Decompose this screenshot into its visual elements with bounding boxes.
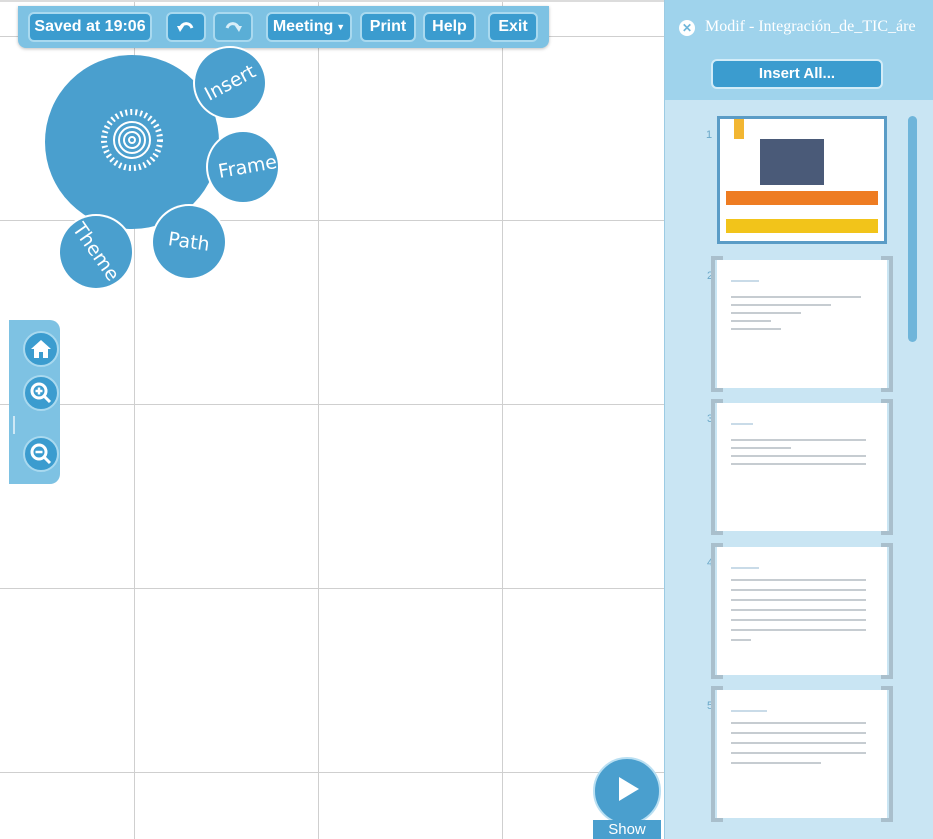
slide-text-line [731, 732, 866, 734]
slide-text-line [731, 423, 753, 425]
zoom-slider-track[interactable] [13, 416, 15, 434]
slide-text-line [731, 609, 866, 611]
slide-frame-bracket [881, 256, 893, 392]
slide-text-line [731, 463, 866, 465]
slide-text-line [731, 567, 759, 569]
slide-number: 1 [706, 129, 713, 141]
insert-all-button[interactable]: Insert All... [711, 59, 883, 89]
slide-text-line [731, 639, 751, 641]
slide-text-line [731, 447, 791, 449]
redo-icon [225, 22, 242, 32]
theme-label: Theme [68, 218, 124, 286]
slide-text-line [731, 599, 866, 601]
path-label: Path [166, 228, 212, 256]
slide-text-line [731, 762, 821, 764]
slide-text-line [731, 742, 866, 744]
frame-label: Frame [216, 151, 280, 183]
slide-text-line [731, 328, 781, 330]
insert-bubble[interactable]: Insert [195, 48, 265, 118]
show-label[interactable]: Show [593, 820, 661, 839]
slide-text-line [731, 280, 759, 282]
close-icon[interactable]: ✕ [679, 20, 695, 36]
slide-text-line [731, 579, 866, 581]
saved-status-button[interactable]: Saved at 19:06 [28, 12, 152, 42]
slide-text-line [731, 619, 866, 621]
slide-text-line [731, 455, 866, 457]
slide-text-line [731, 752, 866, 754]
chevron-down-icon: ▼ [336, 22, 346, 32]
slide-frame-bracket [881, 686, 893, 822]
home-button[interactable] [23, 331, 59, 367]
slide-thumbnail[interactable]: 2 [707, 256, 893, 392]
panel-title: Modif - Integración_de_TIC_áre [705, 18, 916, 35]
slide-1-photo [760, 139, 824, 185]
slide-text-line [731, 710, 767, 712]
slide-text-line [731, 320, 771, 322]
top-toolbar: Saved at 19:06 Meeting ▼ Print Help Exit [18, 6, 549, 48]
slide-text-line [731, 589, 866, 591]
meeting-dropdown[interactable]: Meeting ▼ [266, 12, 352, 42]
slide-text-line [731, 312, 801, 314]
zoom-in-button[interactable] [23, 375, 59, 411]
import-panel: ✕ Modif - Integración_de_TIC_áre Insert … [664, 0, 933, 839]
bubble-menu-center[interactable] [45, 55, 219, 229]
print-button[interactable]: Print [360, 12, 416, 42]
home-icon [31, 340, 51, 358]
theme-bubble[interactable]: Theme [60, 216, 132, 288]
insert-label: Insert [200, 60, 260, 106]
slide-text-line [731, 722, 866, 724]
slide-1-yellow-tab [734, 119, 744, 139]
zoom-out-button[interactable] [23, 436, 59, 472]
slide-frame-bracket [711, 399, 723, 535]
slide-thumbnail[interactable]: 1 [706, 116, 887, 244]
slide-text-line [731, 629, 866, 631]
prezi-logo-icon [101, 109, 163, 171]
zoom-in-icon [30, 382, 52, 404]
help-button[interactable]: Help [423, 12, 476, 42]
slide-frame-bracket [711, 543, 723, 679]
play-icon [619, 777, 639, 801]
show-button[interactable] [593, 757, 661, 825]
slide-thumbnail[interactable]: 5 [707, 686, 893, 822]
slide-1-footer [726, 219, 878, 233]
path-bubble[interactable]: Path [153, 206, 225, 278]
undo-icon [177, 22, 194, 32]
slide-frame-bracket [711, 256, 723, 392]
meeting-label: Meeting [272, 18, 334, 36]
panel-header: ✕ Modif - Integración_de_TIC_áre Insert … [665, 0, 933, 100]
slide-list-scrollbar[interactable] [908, 116, 917, 342]
exit-button[interactable]: Exit [488, 12, 538, 42]
slide-text-line [731, 304, 831, 306]
slide-1-orange-band [726, 191, 878, 205]
slide-list[interactable]: 1 2 3 4 5 [665, 100, 933, 839]
slide-text-line [731, 439, 866, 441]
slide-frame-bracket [711, 686, 723, 822]
slide-frame-bracket [881, 399, 893, 535]
zoom-out-icon [30, 443, 52, 465]
slide-thumbnail[interactable]: 3 [707, 399, 893, 535]
zoom-toolbar [9, 320, 60, 484]
slide-thumbnail[interactable]: 4 [707, 543, 893, 679]
frame-bubble[interactable]: Frame [208, 132, 280, 202]
redo-button[interactable] [213, 12, 253, 42]
slide-text-line [731, 296, 861, 298]
undo-button[interactable] [166, 12, 206, 42]
slide-frame-bracket [881, 543, 893, 679]
